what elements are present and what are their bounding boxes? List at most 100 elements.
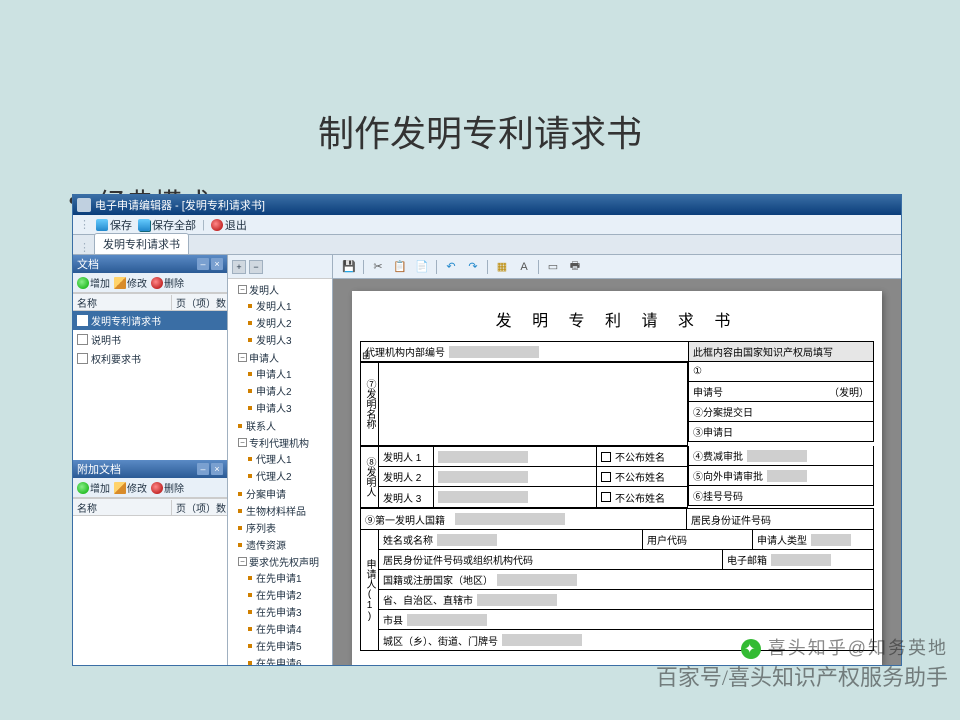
doc-panel-toolbar: 增加 修改 删除	[73, 273, 227, 293]
tree-leaf[interactable]: 在先申请6	[248, 655, 302, 665]
tree-leaf[interactable]: 在先申请1	[248, 570, 302, 585]
doc-panel-header[interactable]: 文档 –×	[73, 255, 227, 273]
invention-name-label: ⑦发明名称	[361, 363, 379, 445]
tree-leaf[interactable]: 申请人1	[248, 366, 292, 381]
add-icon	[77, 482, 89, 494]
checkbox[interactable]	[601, 452, 611, 462]
doc-icon	[77, 334, 88, 345]
image-icon[interactable]: ▦	[494, 259, 510, 275]
tree-leaf[interactable]: 遗传资源	[238, 537, 286, 552]
tree-leaf[interactable]: 生物材料样品	[238, 503, 306, 518]
row-4: ④费减审批	[688, 446, 874, 466]
titlebar[interactable]: 电子申请编辑器 - [发明专利请求书]	[73, 195, 901, 215]
doc-list: 发明专利请求书 说明书 权利要求书	[73, 311, 227, 460]
tree-leaf[interactable]: 在先申请4	[248, 621, 302, 636]
row-5: ⑤向外申请审批	[688, 466, 874, 486]
tree[interactable]: − 发明人发明人1 发明人2 发明人3 − 申请人申请人1 申请人2 申请人3 联系人 − 专…	[228, 279, 332, 665]
expand-icon[interactable]: +	[232, 260, 246, 274]
font-icon[interactable]: A	[516, 259, 532, 275]
tree-branch[interactable]: − 专利代理机构	[238, 435, 309, 450]
save-icon	[96, 219, 108, 231]
close-icon[interactable]: ×	[211, 258, 223, 270]
delete-icon	[151, 482, 163, 494]
tree-leaf[interactable]: 代理人1	[248, 451, 292, 466]
expand-icon[interactable]: −	[238, 557, 247, 566]
checkbox[interactable]	[601, 492, 611, 502]
save-icon[interactable]: 💾	[341, 259, 357, 275]
tree-leaf[interactable]: 发明人1	[248, 298, 292, 313]
add-icon	[77, 277, 89, 289]
delete-button[interactable]: 删除	[151, 275, 184, 290]
tree-leaf[interactable]: 在先申请3	[248, 604, 302, 619]
tree-panel: + − − 发明人发明人1 发明人2 发明人3 − 申请人申请人1 申请人2 申请人3 联系…	[228, 255, 333, 665]
tree-leaf[interactable]: 在先申请2	[248, 587, 302, 602]
watermark-wechat: ✦ 喜头知乎@知务英地	[741, 634, 948, 660]
applicant-label: 申请人(1)	[361, 530, 379, 650]
copy-icon[interactable]: 📋	[392, 259, 408, 275]
tree-branch[interactable]: − 发明人	[238, 282, 279, 297]
list-item[interactable]: 权利要求书	[73, 349, 227, 368]
doc-col-head: 名称 页（项）数	[73, 293, 227, 311]
add-button[interactable]: 增加	[77, 480, 110, 495]
tabbar: ⋮ 发明专利请求书	[73, 235, 901, 255]
save-button[interactable]: 保存	[96, 217, 132, 233]
list-item[interactable]: 发明专利请求书	[73, 311, 227, 330]
tree-branch[interactable]: − 要求优先权声明	[238, 554, 319, 569]
checkbox[interactable]	[601, 472, 611, 482]
tree-leaf[interactable]: 申请人2	[248, 383, 292, 398]
expand-icon[interactable]: −	[238, 285, 247, 294]
edit-icon	[114, 277, 126, 289]
edit-button[interactable]: 修改	[114, 480, 147, 495]
doc-icon	[77, 353, 88, 364]
close-icon[interactable]: ×	[211, 463, 223, 475]
collapse-icon[interactable]: −	[249, 260, 263, 274]
editor-toolbar: 💾 ✂ 📋 📄 ↶ ↷ ▦ A ▭ 🖶	[333, 255, 901, 279]
minimize-icon[interactable]: –	[197, 463, 209, 475]
attach-list	[73, 516, 227, 665]
tree-leaf[interactable]: 在先申请5	[248, 638, 302, 653]
expand-icon[interactable]: −	[238, 353, 247, 362]
form-title: 发 明 专 利 请 求 书	[360, 307, 874, 331]
undo-icon[interactable]: ↶	[443, 259, 459, 275]
attach-col-head: 名称 页（项）数	[73, 498, 227, 516]
delete-button[interactable]: 删除	[151, 480, 184, 495]
save-all-button[interactable]: 保存全部	[138, 217, 196, 233]
minimize-icon[interactable]: –	[197, 258, 209, 270]
exit-icon	[211, 219, 223, 231]
tree-leaf[interactable]: 序列表	[238, 520, 276, 535]
preview-icon[interactable]: ▭	[545, 259, 561, 275]
form-page: ⊞ 发 明 专 利 请 求 书 代理机构内部编号 此框内容由国家知识产权局填写	[352, 291, 882, 665]
redo-icon[interactable]: ↷	[465, 259, 481, 275]
editor-area: 💾 ✂ 📋 📄 ↶ ↷ ▦ A ▭ 🖶 ⊞ 发 明 专 利 请	[333, 255, 901, 665]
inventor-label: ⑧发明人	[361, 447, 379, 507]
expand-icon[interactable]: −	[238, 438, 247, 447]
tree-leaf[interactable]: 代理人2	[248, 468, 292, 483]
add-button[interactable]: 增加	[77, 275, 110, 290]
cut-icon[interactable]: ✂	[370, 259, 386, 275]
wechat-icon: ✦	[741, 639, 761, 659]
exit-button[interactable]: 退出	[211, 217, 247, 233]
edit-icon	[114, 482, 126, 494]
agency-code-cell: 代理机构内部编号	[360, 341, 688, 362]
menubar-grip: ⋮	[79, 218, 90, 231]
doc-tab[interactable]: 发明专利请求书	[94, 233, 189, 254]
paste-icon[interactable]: 📄	[414, 259, 430, 275]
left-sidebar: 文档 –× 增加 修改 删除 名称 页（项）数 发明专利请求书 说明书 权利要求…	[73, 255, 228, 665]
tree-leaf[interactable]: 发明人3	[248, 332, 292, 347]
slide-title: 制作发明专利请求书	[0, 0, 960, 182]
tree-leaf[interactable]: 分案申请	[238, 486, 286, 501]
menubar: ⋮ 保存 保存全部 | 退出	[73, 215, 901, 235]
doc-icon	[77, 315, 88, 326]
list-item[interactable]: 说明书	[73, 330, 227, 349]
tree-leaf[interactable]: 发明人2	[248, 315, 292, 330]
app-icon	[77, 198, 91, 212]
toggle-icon[interactable]: ⊞	[362, 351, 370, 362]
row-1: ①	[688, 362, 874, 382]
attach-panel-header[interactable]: 附加文档 –×	[73, 460, 227, 478]
doc-scroll[interactable]: ⊞ 发 明 专 利 请 求 书 代理机构内部编号 此框内容由国家知识产权局填写	[333, 279, 901, 665]
print-icon[interactable]: 🖶	[567, 259, 583, 275]
edit-button[interactable]: 修改	[114, 275, 147, 290]
tree-branch[interactable]: − 申请人	[238, 350, 279, 365]
tree-leaf[interactable]: 申请人3	[248, 400, 292, 415]
tree-leaf[interactable]: 联系人	[238, 418, 276, 433]
